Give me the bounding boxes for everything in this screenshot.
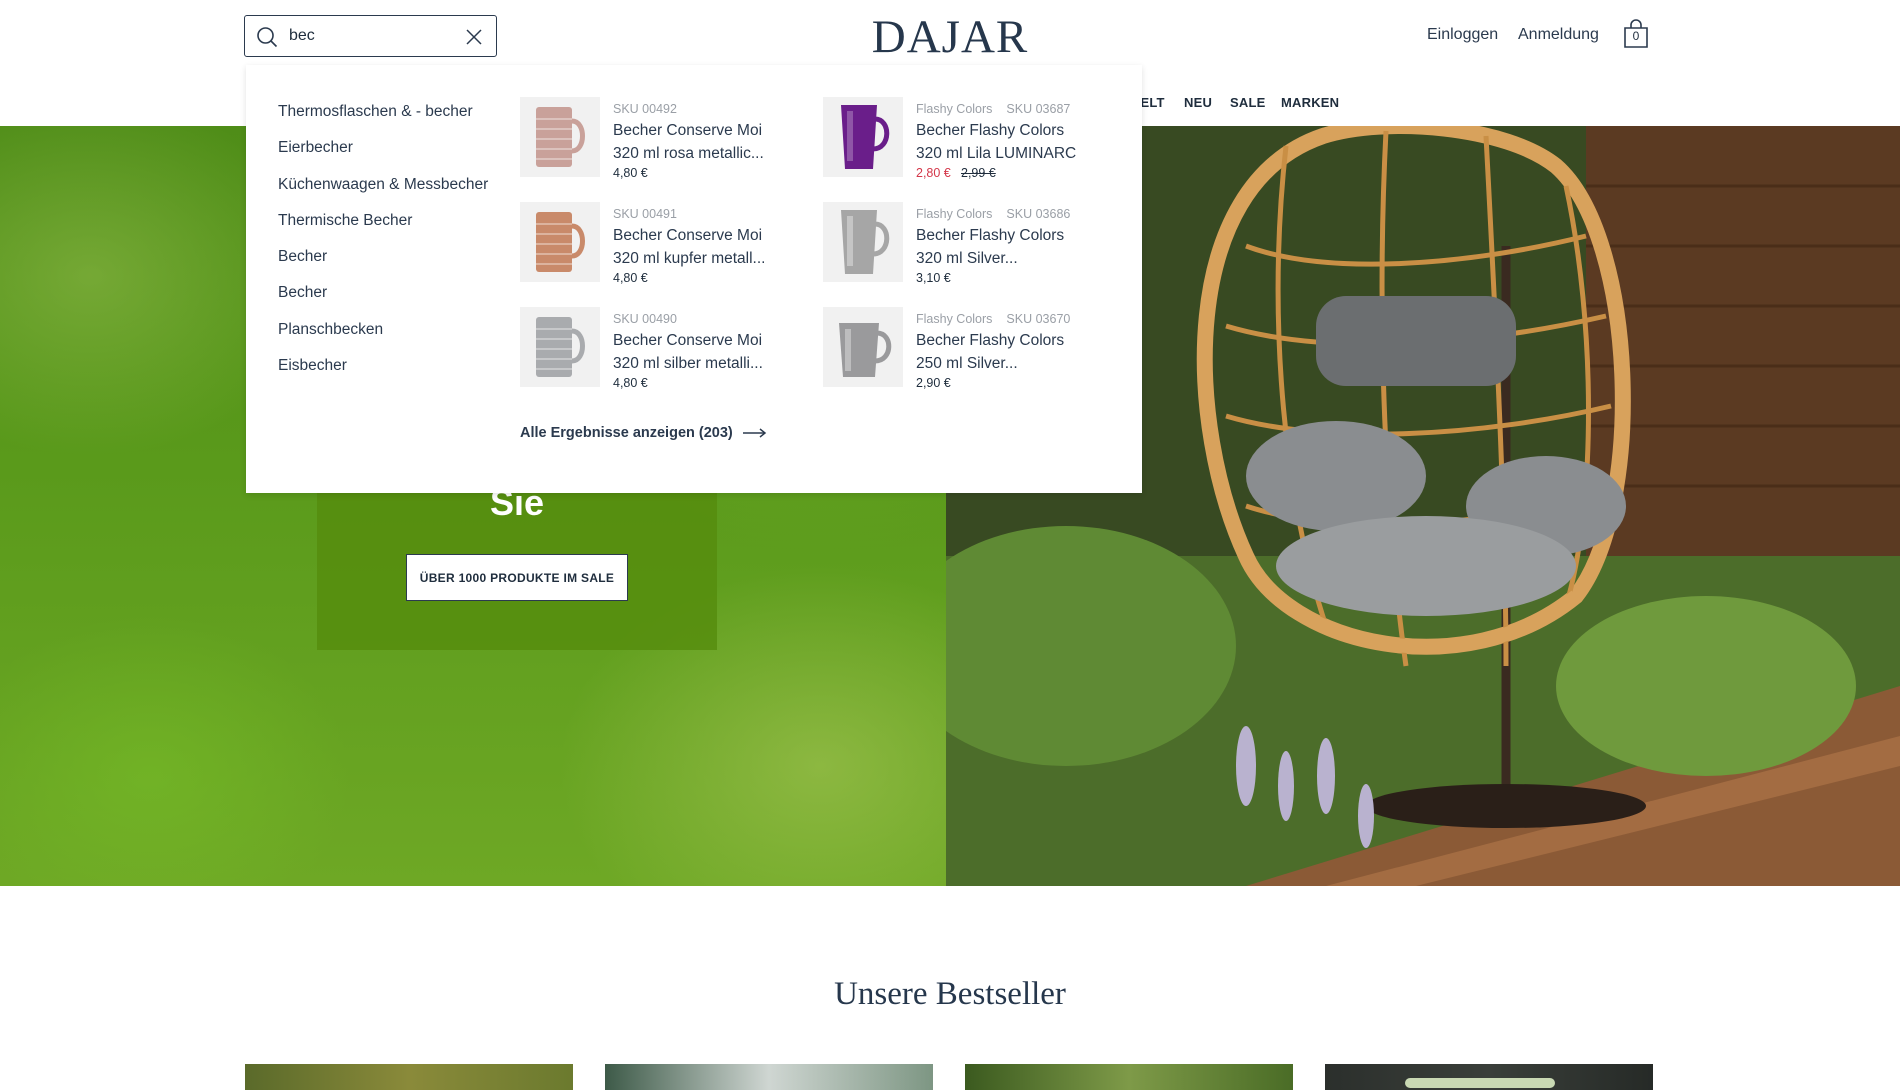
mug-icon	[839, 323, 892, 377]
search-input[interactable]	[289, 24, 449, 48]
bestseller-heading: Unsere Bestseller	[834, 976, 1066, 1012]
mug-icon	[536, 107, 585, 167]
mug-icon	[841, 105, 890, 169]
category-suggestion[interactable]: Eisbecher	[278, 357, 488, 393]
product-suggestion[interactable]: SKU 00490 Becher Conserve Moi 320 ml sil…	[520, 307, 780, 397]
product-image	[520, 307, 600, 387]
product-sale-price: 2,80 €	[916, 166, 951, 180]
product-brand: Flashy Colors	[916, 102, 993, 116]
product-image	[520, 202, 600, 282]
product-name: Becher Conserve Moi 320 ml kupfer metall…	[613, 227, 766, 267]
bestseller-product-image[interactable]	[605, 1064, 933, 1090]
product-old-price: 2,99 €	[961, 166, 996, 180]
product-brand: Flashy Colors	[916, 312, 993, 326]
arrow-right-icon	[742, 428, 766, 438]
product-sku: SKU 00491	[613, 207, 677, 221]
product-name: Becher Conserve Moi 320 ml rosa metallic…	[613, 122, 764, 162]
product-price: 4,80 €	[613, 271, 648, 285]
product-sku: SKU 00492	[613, 102, 677, 116]
product-sku: SKU 03687	[1006, 102, 1071, 116]
mug-icon	[536, 317, 585, 377]
product-price: 4,80 €	[613, 166, 648, 180]
close-icon[interactable]	[464, 27, 484, 47]
bestseller-product-image[interactable]	[965, 1064, 1293, 1090]
register-link[interactable]: Anmeldung	[1518, 26, 1599, 44]
search-icon	[257, 27, 278, 48]
product-price: 3,10 €	[916, 271, 951, 285]
product-image	[823, 97, 903, 177]
bestseller-product-image[interactable]	[1325, 1064, 1653, 1090]
product-image	[823, 202, 903, 282]
nav-item-sale[interactable]: SALE	[1230, 95, 1265, 110]
nav-item-neu[interactable]: NEU	[1184, 95, 1212, 110]
product-suggestion[interactable]: Flashy Colors SKU 03687 Becher Flashy Col…	[823, 97, 1083, 187]
nav-item-marken[interactable]: MARKEN	[1281, 95, 1339, 110]
category-suggestion[interactable]: Eierbecher	[278, 139, 488, 175]
search-suggestions-dropdown: Thermosflaschen & - becher Eierbecher Kü…	[246, 65, 1142, 493]
product-sku: SKU 03670	[1006, 312, 1071, 326]
cart-button[interactable]: 0	[1623, 19, 1649, 49]
product-sku: SKU 03686	[1006, 207, 1071, 221]
product-price: 2,90 €	[916, 376, 951, 390]
product-price: 4,80 €	[613, 376, 648, 390]
bestseller-product-image[interactable]	[245, 1064, 573, 1090]
category-suggestion[interactable]: Thermische Becher	[278, 212, 488, 248]
category-suggestion[interactable]: Becher	[278, 248, 488, 284]
all-results-label: Alle Ergebnisse anzeigen (203)	[520, 425, 733, 441]
product-suggestion[interactable]: SKU 00491 Becher Conserve Moi 320 ml kup…	[520, 202, 780, 292]
product-image	[520, 97, 600, 177]
mug-icon	[841, 210, 890, 274]
product-suggestion[interactable]: Flashy Colors SKU 03670 Becher Flashy Col…	[823, 307, 1083, 397]
category-suggestion[interactable]: Becher	[278, 284, 488, 320]
product-image	[823, 307, 903, 387]
login-link[interactable]: Einloggen	[1427, 26, 1498, 44]
logo[interactable]: DAJAR	[860, 10, 1040, 64]
product-name: Becher Flashy Colors 320 ml Lila LUMINAR…	[916, 122, 1077, 162]
sale-cta-button[interactable]: ÜBER 1000 PRODUKTE IM SALE	[406, 554, 628, 601]
category-suggestion[interactable]: Thermosflaschen & - becher	[278, 103, 488, 139]
product-name: Becher Flashy Colors 250 ml Silver...	[916, 332, 1065, 372]
product-name: Becher Conserve Moi 320 ml silber metall…	[613, 332, 763, 372]
category-suggestion[interactable]: Küchenwaagen & Messbecher	[278, 176, 488, 212]
product-brand: Flashy Colors	[916, 207, 993, 221]
mug-icon	[536, 212, 585, 272]
product-name: Becher Flashy Colors 320 ml Silver...	[916, 227, 1065, 267]
product-suggestion[interactable]: SKU 00492 Becher Conserve Moi 320 ml ros…	[520, 97, 780, 187]
all-results-link[interactable]: Alle Ergebnisse anzeigen (203)	[520, 425, 767, 441]
search-box[interactable]	[244, 15, 497, 57]
category-suggestion[interactable]: Planschbecken	[278, 321, 488, 357]
product-sku: SKU 00490	[613, 312, 677, 326]
cart-count: 0	[1632, 29, 1640, 43]
product-suggestion[interactable]: Flashy Colors SKU 03686 Becher Flashy Col…	[823, 202, 1083, 292]
category-suggestion-list: Thermosflaschen & - becher Eierbecher Kü…	[278, 103, 488, 393]
